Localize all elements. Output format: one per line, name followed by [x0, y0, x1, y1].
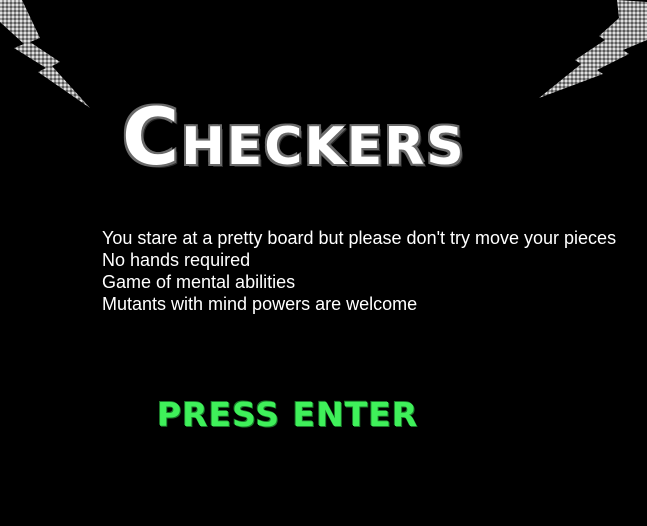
lightning-bolt-right-icon: [539, 0, 647, 98]
press-enter-prompt[interactable]: PRESS ENTER: [157, 393, 418, 437]
game-title-initial: C: [122, 93, 182, 183]
game-title: CHECKERS: [122, 98, 466, 187]
intro-line: No hands required: [102, 250, 251, 270]
lightning-bolt-left-icon: [0, 0, 90, 108]
intro-line: Mutants with mind powers are welcome: [102, 294, 418, 314]
intro-line: You stare at a pretty board but please d…: [102, 228, 617, 248]
intro-text: You stare at a pretty board but please d…: [102, 227, 616, 315]
game-title-rest: HECKERS: [181, 117, 466, 177]
intro-line: Game of mental abilities: [102, 272, 296, 292]
